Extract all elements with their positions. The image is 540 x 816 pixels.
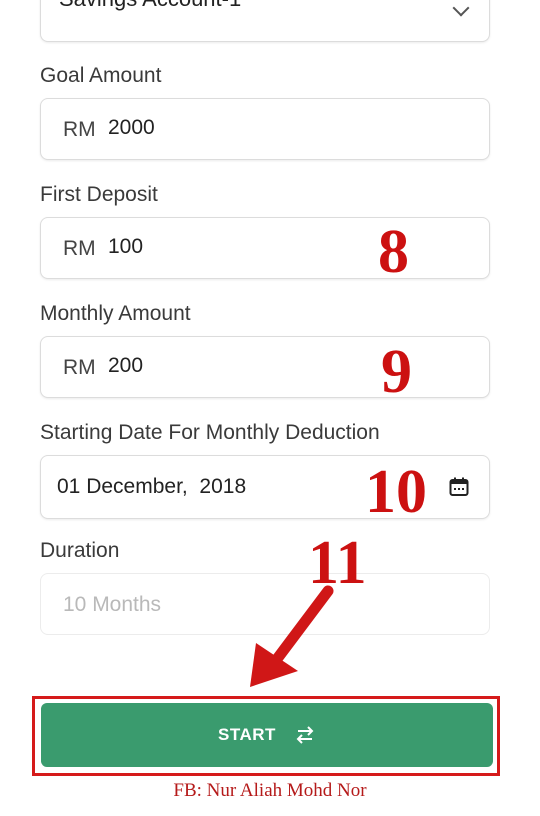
monthly-amount-field[interactable]: RM 200 [40, 336, 490, 398]
calendar-icon[interactable] [449, 477, 469, 497]
annotation-8: 8 [378, 218, 409, 286]
first-deposit-label: First Deposit [40, 183, 158, 206]
start-date-value: 01 December, 2018 [57, 475, 247, 498]
start-date-label: Starting Date For Monthly Deduction [40, 421, 380, 444]
monthly-amount-prefix: RM [63, 356, 96, 379]
swap-arrows-icon [296, 726, 314, 744]
account-select[interactable]: Savings Account-1 [40, 0, 490, 42]
credit-text: FB: Nur Aliah Mohd Nor [173, 780, 367, 801]
goal-amount-value: 2000 [108, 116, 155, 139]
goal-amount-field[interactable]: RM 2000 [40, 98, 490, 160]
start-button-label: START [218, 725, 276, 744]
start-button[interactable]: START [41, 703, 493, 767]
annotation-10: 10 [365, 458, 427, 526]
chevron-down-icon [452, 0, 470, 17]
annotation-9: 9 [381, 338, 412, 406]
goal-amount-label: Goal Amount [40, 64, 162, 87]
account-select-value: Savings Account-1 [59, 0, 241, 12]
first-deposit-field[interactable]: RM 100 [40, 217, 490, 279]
monthly-amount-value: 200 [108, 354, 144, 377]
first-deposit-prefix: RM [63, 237, 96, 260]
first-deposit-value: 100 [108, 235, 144, 258]
duration-label: Duration [40, 539, 120, 562]
duration-placeholder: 10 Months [63, 593, 162, 616]
goal-amount-prefix: RM [63, 118, 96, 141]
annotation-arrow [250, 585, 334, 687]
monthly-amount-label: Monthly Amount [40, 302, 191, 325]
